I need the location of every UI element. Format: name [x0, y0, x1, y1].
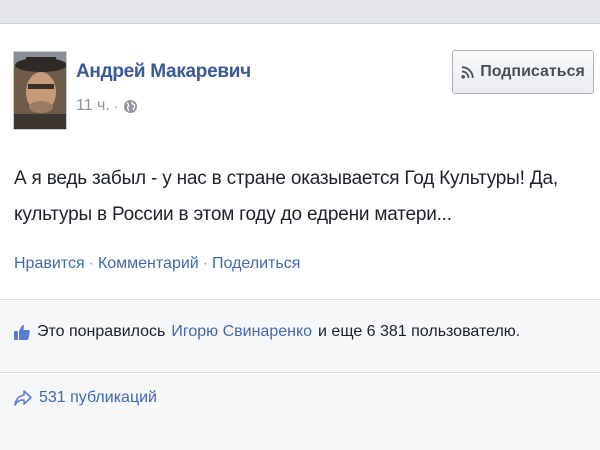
post-meta: 11 ч. ·	[76, 97, 138, 115]
post-card: Андрей Макаревич 11 ч. · Подписаться А я…	[0, 24, 600, 450]
shares-label: 531 публикаций	[39, 389, 157, 406]
share-arrow-icon	[13, 389, 33, 407]
likes-prefix: Это понравилось	[37, 323, 166, 340]
likes-summary: Это понравилось Игорю Свинаренко и еще 6…	[13, 323, 520, 341]
post-text: А я ведь забыл - у нас в стране оказывае…	[14, 161, 584, 233]
globe-icon[interactable]	[123, 99, 138, 114]
shares-row: 531 публикаций	[0, 374, 600, 450]
share-link[interactable]: Поделиться	[212, 255, 300, 273]
avatar[interactable]	[13, 51, 67, 130]
post-actions: Нравится · Комментарий · Поделиться	[14, 255, 300, 273]
shares-count-link[interactable]: 531 публикаций	[13, 389, 157, 407]
meta-separator: ·	[113, 98, 119, 114]
post-text-line: культуры в России в этом году до едрени …	[14, 204, 452, 225]
action-separator: ·	[202, 255, 209, 272]
post-time[interactable]: 11 ч.	[76, 97, 110, 115]
action-separator: ·	[88, 255, 94, 272]
subscribe-button[interactable]: Подписаться	[452, 50, 594, 94]
like-link[interactable]: Нравится	[14, 255, 85, 273]
liker-name-link[interactable]: Игорю Свинаренко	[171, 323, 312, 341]
likes-row: Это понравилось Игорю Свинаренко и еще 6…	[0, 301, 600, 373]
avatar-photo	[14, 52, 66, 129]
post-text-line: А я ведь забыл - у нас в стране оказывае…	[14, 168, 558, 189]
post-body: Андрей Макаревич 11 ч. · Подписаться А я…	[0, 24, 600, 300]
author-name[interactable]: Андрей Макаревич	[76, 61, 251, 83]
comment-link[interactable]: Комментарий	[98, 255, 199, 273]
subscribe-label: Подписаться	[480, 63, 585, 80]
top-strip	[0, 0, 600, 24]
likes-suffix[interactable]: и еще 6 381 пользователю.	[318, 323, 520, 341]
rss-icon	[461, 65, 474, 79]
thumbs-up-icon	[13, 323, 31, 341]
